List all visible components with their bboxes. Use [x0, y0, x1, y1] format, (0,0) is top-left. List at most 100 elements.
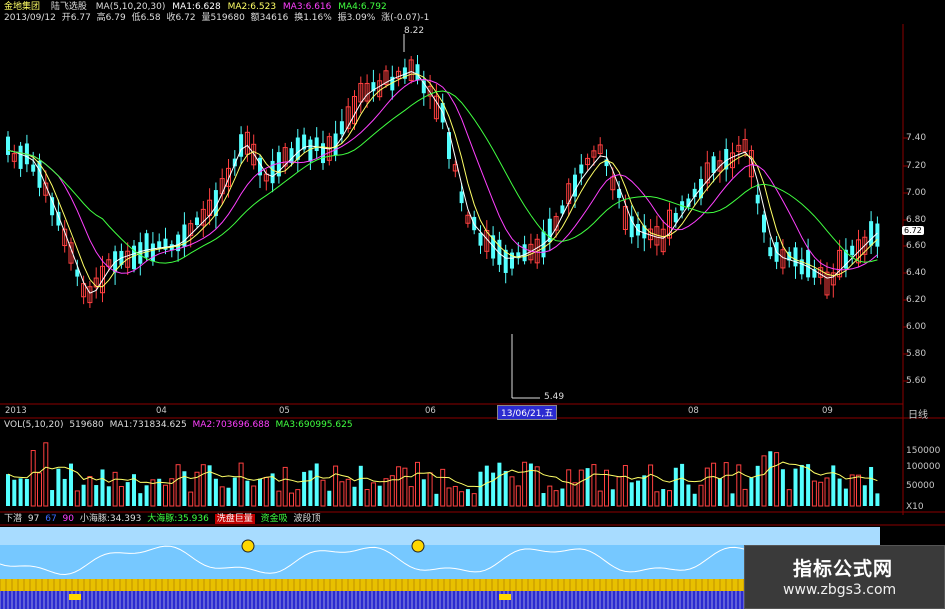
marker-block-icon — [499, 594, 511, 600]
volume-bar-up — [427, 472, 433, 507]
volume-bar-up — [616, 476, 622, 507]
ind-v3: 90 — [62, 514, 74, 524]
volume-bar-down — [232, 477, 237, 506]
volume-bar-down — [18, 478, 23, 506]
volume-bar-down — [755, 465, 760, 506]
candle-body-down — [31, 164, 36, 172]
volume-bar-up — [604, 469, 609, 507]
candle-body-down — [289, 148, 294, 164]
price-axis-label: 6.40 — [906, 268, 927, 278]
volume-bar-up — [742, 488, 748, 507]
volume-bar-down — [421, 479, 426, 506]
candle-body-down — [711, 156, 716, 173]
volume-bar-down — [81, 484, 86, 506]
marker-block-icon — [69, 594, 81, 600]
volume-bar-down — [484, 465, 489, 506]
volume-bar-down — [831, 465, 836, 506]
volume-bar-up — [711, 462, 717, 507]
volume-bar-up — [774, 452, 780, 507]
price-axis-label: 5.80 — [906, 349, 927, 359]
volume-bar-down — [636, 480, 640, 506]
candle-body-down — [6, 136, 10, 155]
volume-bar-down — [62, 478, 67, 506]
volume-bar-up — [578, 469, 584, 507]
volume-bar-up — [175, 464, 181, 507]
volume-bar-down — [302, 471, 307, 506]
volume-bar-down — [686, 484, 691, 506]
volume-bar-up — [74, 490, 80, 507]
volume-bar-down — [434, 493, 439, 506]
candle-body-down — [18, 145, 23, 169]
volume-bar-up — [251, 485, 257, 507]
volume-bar-up — [87, 476, 93, 507]
vol-axis-50000: 50000 — [906, 481, 935, 491]
volume-bar-down — [258, 478, 262, 506]
x-label-06: 06 — [425, 406, 436, 416]
candle-body-down — [150, 243, 155, 262]
volume-bar-down — [94, 485, 99, 506]
ind-item6: 波段顶 — [293, 514, 321, 524]
vol-unit: X10 — [906, 502, 924, 512]
price-axis-label: 5.60 — [906, 376, 927, 386]
volume-bar-down — [270, 473, 275, 506]
volume-bar-up — [622, 465, 628, 507]
high-price-annotation: 8.22 — [404, 26, 425, 36]
volume-bar-up — [263, 476, 269, 507]
volume-bar-down — [862, 485, 867, 506]
volume-bar-down — [50, 490, 55, 506]
volume-bar-up — [163, 484, 168, 507]
ind-item1: 下潜 — [4, 514, 23, 524]
price-axis-label: 7.00 — [906, 188, 927, 198]
volume-bar-down — [478, 471, 483, 506]
volume-bar-up — [761, 455, 767, 507]
volume-bar-down — [213, 478, 218, 506]
volume-bar-up — [824, 477, 830, 507]
smiley-marker-icon — [411, 539, 425, 553]
volume-bar-down — [875, 493, 880, 506]
ind-v2: 67 — [45, 514, 57, 524]
candle-body-down — [768, 247, 773, 257]
volume-bar-down — [869, 466, 874, 506]
vol-ma3: MA3:690995.625 — [275, 420, 353, 430]
volume-bar-down — [541, 493, 546, 506]
volume-bar-down — [585, 468, 590, 506]
volume-bar-down — [560, 488, 565, 506]
candle-body-down — [762, 214, 766, 233]
price-axis-label: 6.20 — [906, 295, 927, 305]
volume-bar-up — [415, 461, 420, 507]
ind-v1: 97 — [27, 514, 40, 524]
volume-bar-down — [245, 480, 250, 506]
volume-bar-down — [780, 469, 785, 506]
volume-bar-down — [692, 493, 697, 506]
candle-body-down — [478, 232, 483, 246]
candle-body-down — [850, 245, 855, 256]
volume-bar-up — [188, 491, 194, 507]
vol-params: VOL(5,10,20) — [4, 420, 64, 430]
volume-bar-up — [522, 461, 528, 507]
volume-bar-down — [56, 468, 61, 506]
volume-bar-down — [793, 468, 798, 506]
price-axis-label: 7.40 — [906, 133, 927, 143]
volume-bar-down — [308, 470, 313, 506]
candle-body-down — [869, 221, 874, 246]
volume-bar-down — [806, 464, 811, 506]
x-label-05: 05 — [279, 406, 290, 416]
x-label-04: 04 — [156, 406, 167, 416]
smiley-marker-icon — [241, 539, 255, 553]
volume-bar-up — [339, 481, 345, 507]
volume-bar-down — [673, 467, 678, 506]
volume-bar-down — [717, 478, 722, 506]
vol-value: 519680 — [69, 420, 104, 430]
volume-bar-up — [515, 485, 521, 507]
volume-bar-down — [100, 469, 105, 506]
period-label[interactable]: 日线 — [908, 406, 928, 421]
volume-bar-down — [138, 493, 143, 506]
volume-bar-up — [440, 468, 446, 507]
volume-bar-up — [856, 474, 861, 507]
volume-bar-up — [238, 462, 244, 507]
volume-bar-down — [843, 488, 848, 506]
volume-bar-down — [749, 477, 754, 506]
volume-ma-line — [7, 461, 878, 488]
volume-bar-down — [768, 451, 773, 506]
volume-bar-up — [547, 485, 553, 507]
